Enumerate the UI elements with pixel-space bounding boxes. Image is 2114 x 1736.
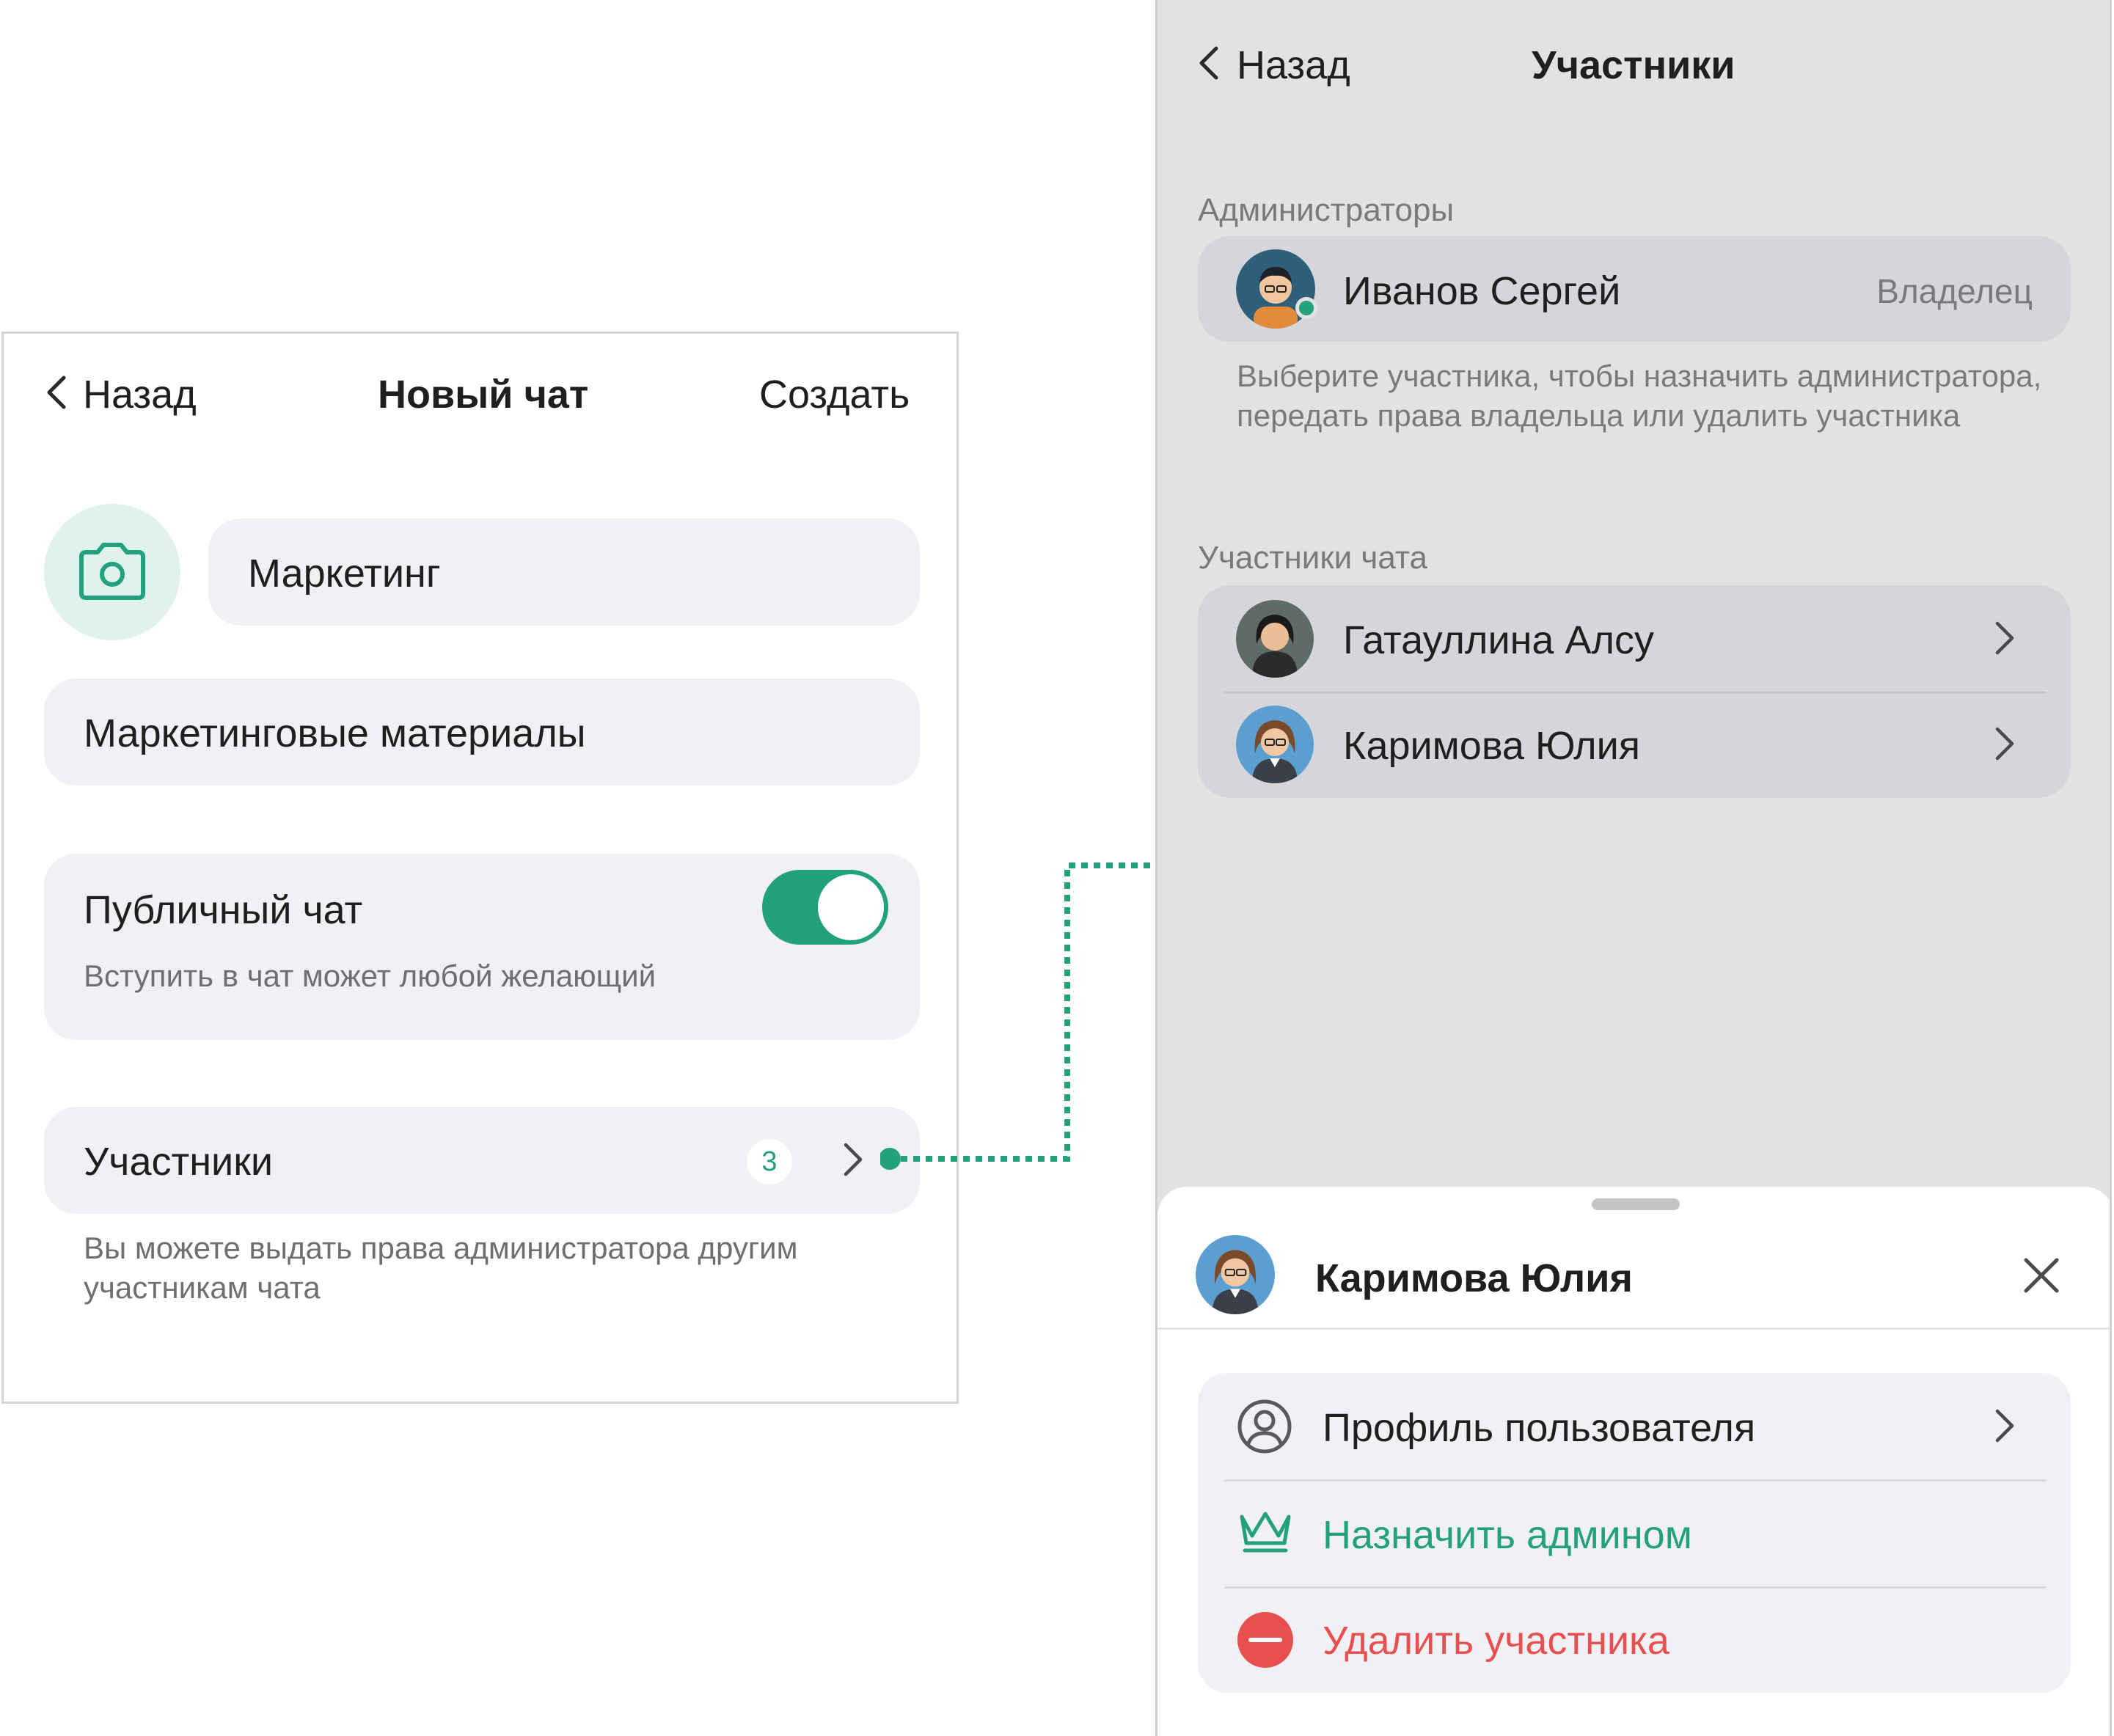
sheet-divider: [1157, 1327, 2110, 1330]
sheet-user-name: Каримова Юлия: [1315, 1256, 1633, 1300]
create-button[interactable]: Создать: [759, 372, 910, 417]
minus-circle-icon: [1237, 1612, 1293, 1668]
avatar: [1196, 1235, 1275, 1314]
members-card: Гатауллина Алсу Каримова Юлия: [1198, 585, 2071, 798]
avatar: [1236, 706, 1314, 783]
remove-member-label: Удалить участника: [1323, 1619, 1669, 1663]
user-circle-icon: [1237, 1399, 1292, 1454]
admin-row[interactable]: Иванов Сергей Владелец: [1198, 236, 2071, 342]
chevron-right-icon: [844, 1143, 863, 1176]
chat-photo-button[interactable]: [44, 504, 180, 640]
admins-section-label: Администраторы: [1198, 192, 1455, 228]
admin-role: Владелец: [1876, 272, 2033, 310]
public-chat-toggle[interactable]: [762, 870, 888, 945]
back-button[interactable]: Назад: [83, 372, 197, 417]
chevron-right-icon: [1995, 621, 2014, 655]
remove-member-action[interactable]: Удалить участника: [1198, 1587, 2071, 1693]
chat-name-field[interactable]: Маркетинг: [208, 519, 920, 626]
member-actions-sheet: Каримова Юлия Профиль пользователя Назна…: [1157, 1187, 2110, 1736]
participants-screen: Назад Участники Администраторы Иванов Се…: [1155, 0, 2112, 1736]
chevron-left-icon[interactable]: [45, 375, 68, 410]
members-section-label: Участники чата: [1198, 540, 1427, 576]
sheet-grabber[interactable]: [1592, 1198, 1680, 1210]
chat-description-field[interactable]: Маркетинговые материалы: [44, 678, 920, 785]
close-icon[interactable]: [2023, 1257, 2060, 1294]
user-profile-label: Профиль пользователя: [1323, 1406, 1756, 1450]
member-row[interactable]: Гатауллина Алсу: [1198, 585, 2071, 692]
member-name: Гатауллина Алсу: [1343, 618, 1654, 662]
chat-name-value: Маркетинг: [248, 552, 441, 596]
page-title: Участники: [1532, 43, 1736, 87]
camera-icon: [79, 543, 145, 600]
user-profile-action[interactable]: Профиль пользователя: [1198, 1373, 2071, 1479]
member-name: Каримова Юлия: [1343, 724, 1640, 768]
crown-icon: [1240, 1512, 1291, 1553]
avatar: [1236, 600, 1314, 678]
actions-card: Профиль пользователя Назначить админом У…: [1198, 1373, 2071, 1693]
make-admin-label: Назначить админом: [1323, 1513, 1692, 1557]
participants-count-badge: 3: [747, 1139, 792, 1184]
new-chat-screen: Назад Новый чат Создать Маркетинг Маркет…: [1, 332, 959, 1404]
make-admin-action[interactable]: Назначить админом: [1198, 1480, 2071, 1586]
online-status-indicator: [1295, 297, 1317, 319]
chat-description-value: Маркетинговые материалы: [84, 711, 586, 755]
flow-connector: [880, 862, 1174, 1170]
chevron-right-icon: [1995, 727, 2014, 761]
public-chat-label: Публичный чат: [84, 888, 363, 932]
public-chat-hint: Вступить в чат может любой желающий: [84, 959, 656, 993]
chevron-right-icon: [1995, 1409, 2014, 1443]
member-row[interactable]: Каримова Юлия: [1198, 692, 2071, 798]
participants-label: Участники: [84, 1140, 273, 1184]
admins-hint: Выберите участника, чтобы назначить адми…: [1237, 359, 2042, 433]
admin-name: Иванов Сергей: [1343, 269, 1621, 313]
toggle-knob: [818, 874, 884, 940]
back-button[interactable]: Назад: [1237, 43, 1350, 88]
chevron-left-icon[interactable]: [1197, 45, 1221, 81]
participants-hint: Вы можете выдать права администратора др…: [84, 1231, 798, 1305]
page-title: Новый чат: [378, 373, 589, 417]
